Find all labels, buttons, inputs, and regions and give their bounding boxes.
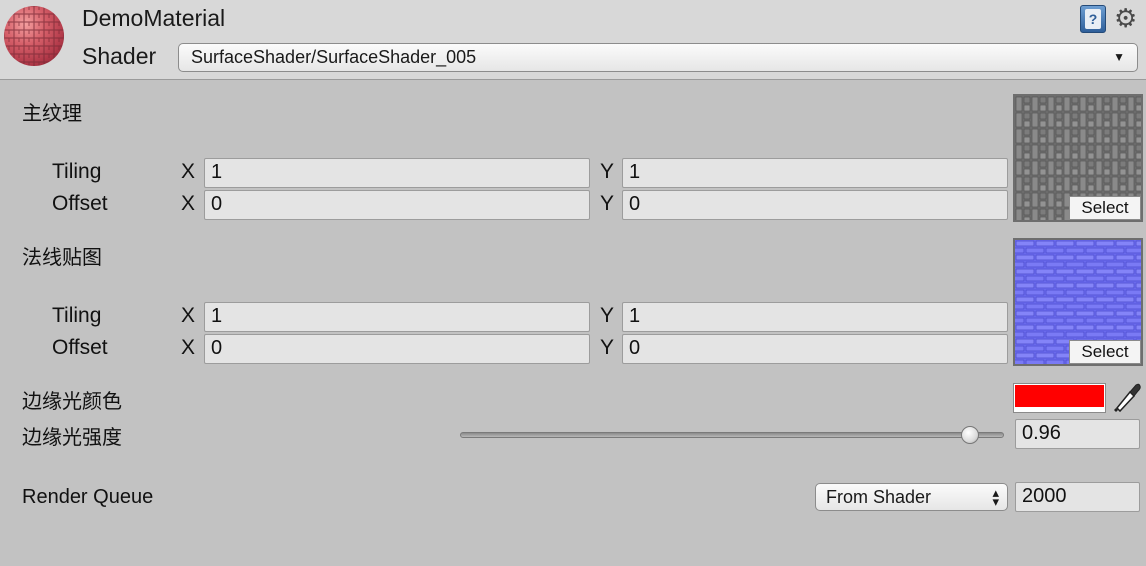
rim-power-label: 边缘光强度 [22,427,122,449]
normal-map-slot[interactable]: Select [1013,238,1143,366]
normal-offset-label: Offset [52,336,108,359]
material-header: DemoMaterial Shader SurfaceShader/Surfac… [0,0,1146,80]
shader-label: Shader [82,43,157,69]
updown-arrows-icon: ▴ ▾ [992,485,999,509]
normal-tiling-x-label: X [181,304,196,327]
normal-offset-x-field[interactable]: 0 [204,334,590,364]
shader-dropdown-value: SurfaceShader/SurfaceShader_005 [191,47,477,67]
main-offset-y-label: Y [600,192,615,215]
rim-color-label: 边缘光颜色 [22,391,122,413]
main-offset-y-field[interactable]: 0 [622,190,1008,220]
eyedropper-icon[interactable] [1112,380,1142,414]
render-queue-value-field[interactable]: 2000 [1015,482,1140,512]
render-queue-label: Render Queue [22,486,154,508]
rim-power-slider-thumb[interactable] [960,426,979,444]
main-texture-select-button[interactable]: Select [1069,196,1141,220]
render-queue-mode-value: From Shader [826,487,932,507]
main-offset-x-field[interactable]: 0 [204,190,590,220]
book-help-icon[interactable]: ? [1080,5,1106,33]
material-preview-sphere [4,6,64,66]
rim-power-slider-track[interactable] [460,432,1004,438]
normal-offset-y-field[interactable]: 0 [622,334,1008,364]
material-name: DemoMaterial [82,5,226,31]
main-offset-label: Offset [52,192,108,215]
main-offset-x-label: X [181,192,196,215]
render-queue-mode-dropdown[interactable]: From Shader ▴ ▾ [815,483,1008,511]
main-texture-slot[interactable]: Select [1013,94,1143,222]
normal-tiling-x-field[interactable]: 1 [204,302,590,332]
normal-offset-y-label: Y [600,336,615,359]
shader-dropdown[interactable]: SurfaceShader/SurfaceShader_005 ▼ [178,43,1138,72]
normal-offset-x-label: X [181,336,196,359]
main-tiling-y-label: Y [600,160,615,183]
main-texture-title: 主纹理 [22,103,82,125]
normal-map-title: 法线贴图 [22,247,102,269]
main-tiling-x-field[interactable]: 1 [204,158,590,188]
rim-color-swatch[interactable] [1013,383,1106,413]
rim-color-fill [1015,385,1104,407]
rim-power-value-field[interactable]: 0.96 [1015,419,1140,449]
main-tiling-y-field[interactable]: 1 [622,158,1008,188]
normal-map-select-button[interactable]: Select [1069,340,1141,364]
normal-tiling-y-label: Y [600,304,615,327]
normal-tiling-y-field[interactable]: 1 [622,302,1008,332]
gear-icon[interactable]: ⚙ [1114,3,1137,34]
main-tiling-label: Tiling [52,160,102,183]
main-tiling-x-label: X [181,160,196,183]
normal-tiling-label: Tiling [52,304,102,327]
chevron-down-icon: ▼ [1113,50,1125,64]
